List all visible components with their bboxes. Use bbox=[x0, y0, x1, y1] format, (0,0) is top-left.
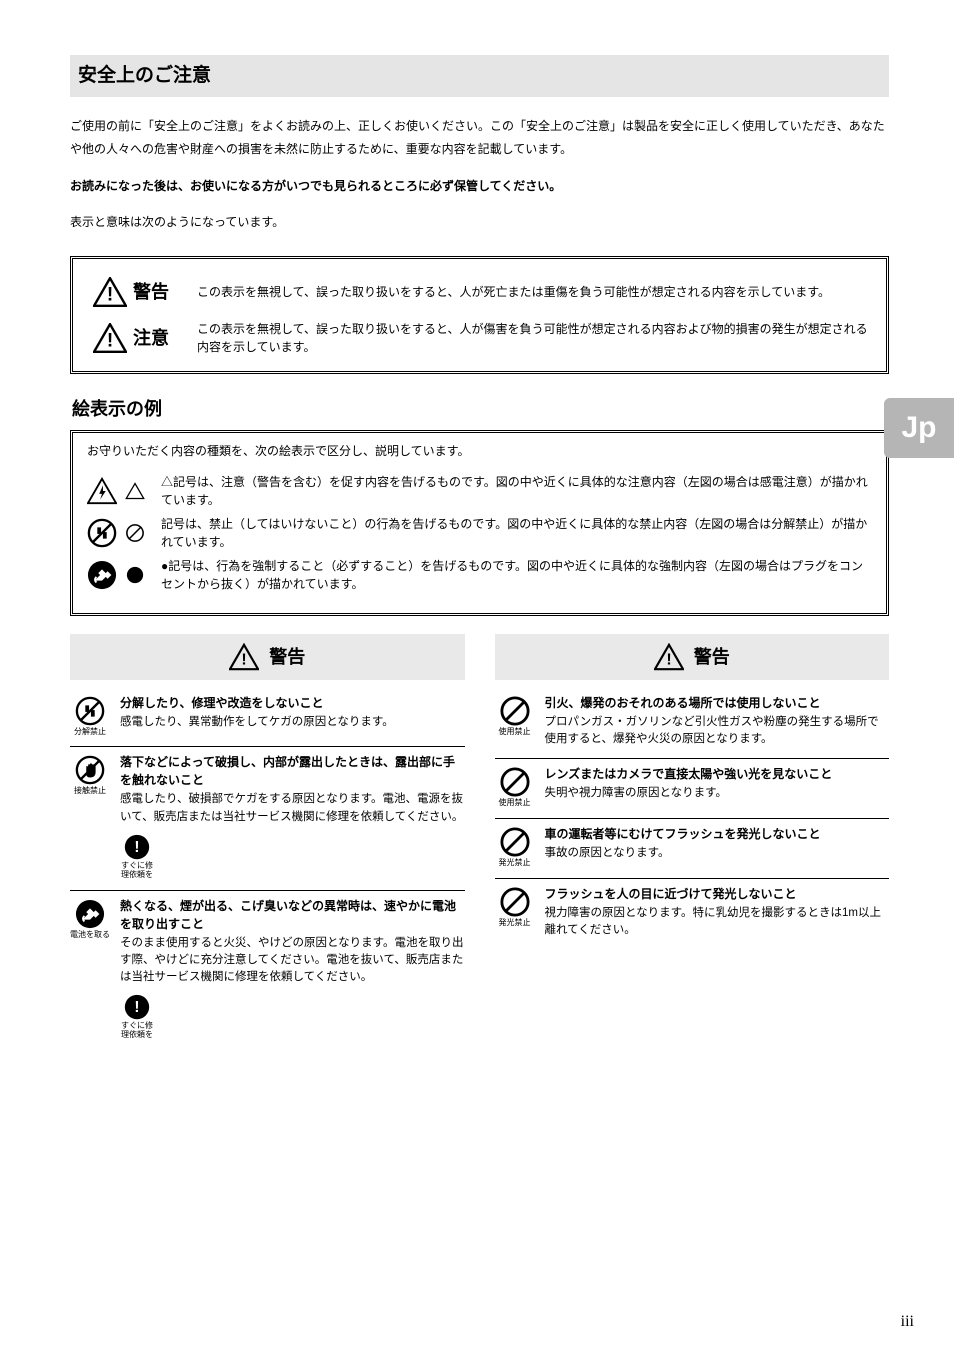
symbol-mandatory-icons bbox=[87, 560, 161, 590]
icon-caption: すぐに修理依頼を bbox=[120, 862, 154, 880]
def-caution-desc: この表示を無視して、誤った取り扱いをすると、人が傷害を負う可能性が想定される内容… bbox=[197, 320, 872, 356]
symbol-lead: お守りいただく内容の種類を、次の絵表示で区分し、説明しています。 bbox=[87, 443, 872, 460]
item-flash-eyes: 発光禁止 フラッシュを人の目に近づけて発光しないこと 視力障害の原因となります。… bbox=[495, 879, 890, 950]
page-title-text: 安全上のご注意 bbox=[78, 62, 211, 90]
shock-triangle-icon bbox=[87, 477, 117, 505]
symbol-heading: 絵表示の例 bbox=[72, 396, 889, 422]
icon-caption: 接触禁止 bbox=[74, 787, 106, 796]
instruction-columns: ! 警告 分解禁止 分解したり、修理や改造をしないこと 感電したり、異常動作をし… bbox=[70, 634, 889, 1050]
def-warning-row: ! 警告 この表示を無視して、誤った取り扱いをすると、人が死亡または重傷を負う可… bbox=[87, 269, 872, 315]
unplug-mandatory-icon bbox=[87, 560, 117, 590]
remove-battery-icon: 電池を取る bbox=[70, 897, 110, 1040]
item-title: 車の運転者等にむけてフラッシュを発光しないこと bbox=[545, 825, 890, 843]
symbol-triangle-text: △記号は、注意（警告を含む）を促す内容を告げるものです。図の中や近くに具体的な注… bbox=[161, 473, 872, 509]
icon-caption: 使用禁止 bbox=[499, 799, 531, 808]
def-warning-label: 警告 bbox=[133, 279, 197, 305]
caution-triangle-icon: ! bbox=[87, 323, 133, 353]
item-flammable: 使用禁止 引火、爆発のおそれのある場所では使用しないこと プロパンガス・ガソリン… bbox=[495, 688, 890, 760]
language-tab[interactable]: Jp bbox=[884, 398, 954, 458]
item-no-disassemble: 分解禁止 分解したり、修理や改造をしないこと 感電したり、異常動作をしてケガの原… bbox=[70, 688, 465, 748]
page-title: 安全上のご注意 bbox=[70, 55, 889, 97]
symbol-mandatory-text: ●記号は、行為を強制すること（必ずすること）を告げるものです。図の中や近くに具体… bbox=[161, 557, 872, 593]
icon-caption: 電池を取る bbox=[70, 931, 110, 940]
item-title: 分解したり、修理や改造をしないこと bbox=[120, 694, 465, 712]
svg-text:!: ! bbox=[107, 285, 113, 306]
warning-header-icon: ! bbox=[229, 643, 259, 671]
symbol-triangle-icons bbox=[87, 477, 161, 505]
warning-column: ! 警告 分解禁止 分解したり、修理や改造をしないこと 感電したり、異常動作をし… bbox=[70, 634, 465, 1050]
warning-column-header: ! 警告 bbox=[70, 634, 465, 680]
repair-request-icon: ! すぐに修理依頼を bbox=[120, 992, 154, 1040]
icon-caption: 分解禁止 bbox=[74, 728, 106, 737]
caution-header-icon: ! bbox=[654, 643, 684, 671]
touch-prohibit-icon: 接触禁止 bbox=[70, 753, 110, 879]
intro-p3: 表示と意味は次のようになっています。 bbox=[70, 211, 889, 234]
svg-text:!: ! bbox=[134, 839, 139, 856]
svg-text:!: ! bbox=[666, 651, 671, 668]
caution-header-label: 警告 bbox=[694, 644, 730, 670]
caution-column: ! 警告 使用禁止 引火、爆発のおそれのある場所では使用しないこと プロパンガス… bbox=[495, 634, 890, 1050]
disassemble-prohibit-icon bbox=[87, 518, 117, 548]
svg-text:!: ! bbox=[242, 651, 247, 668]
caution-column-header: ! 警告 bbox=[495, 634, 890, 680]
svg-text:!: ! bbox=[134, 999, 139, 1016]
flash-prohibit-icon: 発光禁止 bbox=[495, 885, 535, 940]
icon-caption: 発光禁止 bbox=[499, 919, 531, 928]
definitions-box: ! 警告 この表示を無視して、誤った取り扱いをすると、人が死亡または重傷を負う可… bbox=[70, 256, 889, 374]
warning-triangle-icon: ! bbox=[87, 277, 133, 307]
item-body: 感電したり、破損部でケガをする原因となります。電池、電源を抜いて、販売店または当… bbox=[120, 791, 465, 826]
item-title: レンズまたはカメラで直接太陽や強い光を見ないこと bbox=[545, 765, 890, 783]
item-title: 落下などによって破損し、内部が露出したときは、露出部に手を触れないこと bbox=[120, 753, 465, 789]
intro-p2: お読みになった後は、お使いになる方がいつでも見られるところに必ず保管してください… bbox=[70, 175, 889, 198]
item-body: 事故の原因となります。 bbox=[545, 845, 890, 862]
icon-caption: 発光禁止 bbox=[499, 859, 531, 868]
symbol-prohibit-icons bbox=[87, 518, 161, 548]
page-number: iii bbox=[901, 1310, 914, 1333]
prohibit-outline-icon bbox=[125, 523, 145, 543]
triangle-outline-icon bbox=[125, 482, 145, 500]
icon-caption: すぐに修理依頼を bbox=[120, 1022, 154, 1040]
warning-header-label: 警告 bbox=[269, 644, 305, 670]
item-body: 視力障害の原因となります。特に乳幼児を撮影するときは1m以上離れてください。 bbox=[545, 905, 890, 940]
item-body: 失明や視力障害の原因となります。 bbox=[545, 785, 890, 802]
disassemble-prohibit-icon: 分解禁止 bbox=[70, 694, 110, 737]
symbol-box: お守りいただく内容の種類を、次の絵表示で区分し、説明しています。 △記号は、注意… bbox=[70, 430, 889, 615]
language-tab-label: Jp bbox=[901, 406, 936, 450]
icon-caption: 使用禁止 bbox=[499, 728, 531, 737]
def-caution-row: ! 注意 この表示を無視して、誤った取り扱いをすると、人が傷害を負う可能性が想定… bbox=[87, 315, 872, 361]
item-body: そのまま使用すると火災、やけどの原因となります。電池を取り出す際、やけどに充分注… bbox=[120, 935, 465, 987]
symbol-prohibit-row: 記号は、禁止（してはいけないこと）の行為を告げるものです。図の中や近くに具体的な… bbox=[87, 515, 872, 551]
item-sun-look: 使用禁止 レンズまたはカメラで直接太陽や強い光を見ないこと 失明や視力障害の原因… bbox=[495, 759, 890, 819]
symbol-triangle-row: △記号は、注意（警告を含む）を促す内容を告げるものです。図の中や近くに具体的な注… bbox=[87, 473, 872, 509]
use-prohibit-icon: 使用禁止 bbox=[495, 765, 535, 808]
repair-request-icon: ! すぐに修理依頼を bbox=[120, 832, 154, 880]
def-warning-desc: この表示を無視して、誤った取り扱いをすると、人が死亡または重傷を負う可能性が想定… bbox=[197, 283, 872, 301]
item-remove-battery: 電池を取る 熱くなる、煙が出る、こげ臭いなどの異常時は、速やかに電池を取り出すこ… bbox=[70, 891, 465, 1050]
intro-p1: ご使用の前に「安全上のご注意」をよくお読みの上、正しくお使いください。この「安全… bbox=[70, 115, 889, 161]
symbol-mandatory-row: ●記号は、行為を強制すること（必ずすること）を告げるものです。図の中や近くに具体… bbox=[87, 557, 872, 593]
item-title: 引火、爆発のおそれのある場所では使用しないこと bbox=[545, 694, 890, 712]
item-flash-driver: 発光禁止 車の運転者等にむけてフラッシュを発光しないこと 事故の原因となります。 bbox=[495, 819, 890, 879]
intro-text: ご使用の前に「安全上のご注意」をよくお読みの上、正しくお使いください。この「安全… bbox=[70, 115, 889, 234]
page: 安全上のご注意 ご使用の前に「安全上のご注意」をよくお読みの上、正しくお使いくだ… bbox=[0, 0, 954, 1357]
flash-prohibit-icon: 発光禁止 bbox=[495, 825, 535, 868]
use-prohibit-icon: 使用禁止 bbox=[495, 694, 535, 749]
def-caution-label: 注意 bbox=[133, 325, 197, 351]
item-title: フラッシュを人の目に近づけて発光しないこと bbox=[545, 885, 890, 903]
item-body: 感電したり、異常動作をしてケガの原因となります。 bbox=[120, 714, 465, 731]
symbol-prohibit-text: 記号は、禁止（してはいけないこと）の行為を告げるものです。図の中や近くに具体的な… bbox=[161, 515, 872, 551]
item-title: 熱くなる、煙が出る、こげ臭いなどの異常時は、速やかに電池を取り出すこと bbox=[120, 897, 465, 933]
svg-text:!: ! bbox=[107, 331, 113, 352]
item-body: プロパンガス・ガソリンなど引火性ガスや粉塵の発生する場所で使用すると、爆発や火災… bbox=[545, 714, 890, 749]
item-no-touch: 接触禁止 落下などによって破損し、内部が露出したときは、露出部に手を触れないこと… bbox=[70, 747, 465, 890]
filled-circle-icon bbox=[125, 565, 145, 585]
